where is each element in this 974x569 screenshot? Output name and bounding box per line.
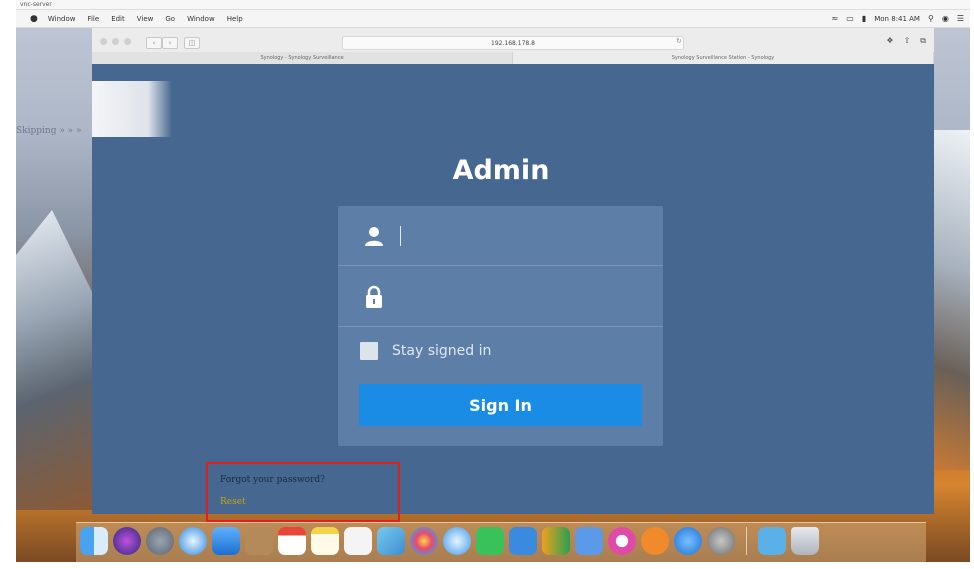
sidebar-skipping-text: Skipping » » »	[16, 126, 82, 136]
tab-label: Synology Surveillance Station - Synology	[671, 55, 775, 61]
close-window-button[interactable]	[100, 38, 107, 45]
stay-signed-in-row[interactable]: Stay signed in	[360, 342, 491, 360]
downloads-icon[interactable]	[758, 527, 786, 555]
username-field-row	[338, 206, 663, 266]
dock-separator	[746, 527, 747, 555]
trash-icon[interactable]	[791, 527, 819, 555]
chevron-right-icon: ›	[168, 39, 172, 47]
menu-bar: ● Window File Edit View Go Window Help ≈…	[16, 10, 970, 28]
frame-bottom	[0, 562, 974, 569]
menu-item-help[interactable]: Help	[227, 15, 243, 23]
window-title: vnc-server	[20, 1, 52, 8]
user-icon	[365, 227, 383, 246]
sign-in-button[interactable]: Sign In	[359, 384, 642, 426]
tab-label: Synology - Synology Surveillance	[260, 55, 344, 61]
siri-menu-icon[interactable]: ◉	[942, 14, 949, 23]
pages-icon[interactable]	[509, 527, 537, 555]
page-title: Admin	[452, 155, 550, 186]
menu-item-file[interactable]: File	[87, 15, 99, 23]
wallpaper-mountain-left	[16, 210, 96, 510]
battery-icon[interactable]: ▮	[862, 14, 866, 23]
password-input[interactable]	[398, 281, 642, 315]
calendar-icon[interactable]	[278, 527, 306, 555]
zoom-window-button[interactable]	[124, 38, 131, 45]
dock	[80, 527, 819, 555]
password-field-row	[338, 267, 663, 327]
window-controls	[100, 38, 131, 45]
wifi-icon[interactable]: ≈	[832, 14, 839, 23]
photos-icon[interactable]	[377, 527, 405, 555]
new-tab-icon[interactable]: ⧉	[920, 36, 926, 46]
tab-surveillance-station[interactable]: Synology Surveillance Station - Synology	[513, 52, 934, 64]
address-bar[interactable]: 192.168.178.8	[342, 36, 684, 50]
safari-icon[interactable]	[179, 527, 207, 555]
menubar-status-area: ≈ ▭ ▮ Mon 8:41 AM ⚲ ◉ ☰	[832, 14, 964, 23]
messages-icon[interactable]	[443, 527, 471, 555]
itunes-icon[interactable]	[608, 527, 636, 555]
facetime-icon[interactable]	[476, 527, 504, 555]
menubar-clock[interactable]: Mon 8:41 AM	[874, 15, 920, 23]
text-cursor	[400, 226, 401, 246]
sidebar-icon: ◫	[188, 39, 196, 47]
page-overlay-ghost	[92, 81, 172, 137]
photo-booth-icon[interactable]	[410, 527, 438, 555]
finder-icon[interactable]	[80, 527, 108, 555]
toolbar-actions: ❖ ⇧ ⧉	[886, 36, 926, 46]
numbers-icon[interactable]	[542, 527, 570, 555]
stay-signed-in-checkbox[interactable]	[360, 342, 378, 360]
forgot-password-text: Forgot your password?	[220, 475, 325, 485]
menu-item-view[interactable]: View	[137, 15, 154, 23]
window-title-bar: vnc-server	[16, 0, 970, 10]
share-icon[interactable]: ⇧	[904, 36, 911, 46]
tab-surveillance[interactable]: Synology - Synology Surveillance	[92, 52, 513, 64]
forgot-password-highlight: Forgot your password? Reset	[206, 462, 400, 522]
frame-left	[0, 0, 16, 569]
keynote-icon[interactable]	[575, 527, 603, 555]
reset-password-link[interactable]: Reset	[220, 497, 246, 507]
reload-icon[interactable]: ↻	[676, 37, 682, 45]
login-form: Stay signed in Sign In	[338, 206, 663, 446]
minimize-window-button[interactable]	[112, 38, 119, 45]
menu-item-go[interactable]: Go	[165, 15, 175, 23]
wallpaper-mountain-right	[928, 130, 970, 470]
lock-icon	[366, 285, 382, 308]
contacts-icon[interactable]	[245, 527, 273, 555]
reminders-icon[interactable]	[344, 527, 372, 555]
mail-icon[interactable]	[212, 527, 240, 555]
app-store-icon[interactable]	[674, 527, 702, 555]
notes-icon[interactable]	[311, 527, 339, 555]
username-input[interactable]	[398, 220, 642, 254]
spotlight-icon[interactable]: ⚲	[928, 14, 934, 23]
sidebar-toggle-button[interactable]: ◫	[184, 37, 200, 49]
stay-signed-in-label[interactable]: Stay signed in	[392, 343, 491, 359]
extension-icon[interactable]: ❖	[886, 36, 893, 46]
chevron-left-icon: ‹	[152, 39, 156, 47]
system-preferences-icon[interactable]	[707, 527, 735, 555]
tab-bar: Synology - Synology Surveillance Synolog…	[92, 52, 934, 64]
siri-icon[interactable]	[113, 527, 141, 555]
forward-button[interactable]: ›	[162, 37, 178, 49]
ibooks-icon[interactable]	[641, 527, 669, 555]
back-button[interactable]: ‹	[146, 37, 162, 49]
menu-item-app[interactable]: Window	[48, 15, 76, 23]
page-top-strip	[92, 64, 934, 81]
menu-item-edit[interactable]: Edit	[111, 15, 125, 23]
browser-toolbar: ‹ › ◫ 192.168.178.8 ↻ ❖ ⇧ ⧉ Synology - S…	[92, 28, 934, 65]
launchpad-icon[interactable]	[146, 527, 174, 555]
frame-right	[970, 0, 974, 569]
airplay-icon[interactable]: ▭	[846, 14, 854, 23]
menu-item-window[interactable]: Window	[187, 15, 215, 23]
apple-icon[interactable]: ●	[30, 14, 38, 24]
notification-center-icon[interactable]: ☰	[957, 14, 964, 23]
address-text: 192.168.178.8	[491, 39, 535, 47]
